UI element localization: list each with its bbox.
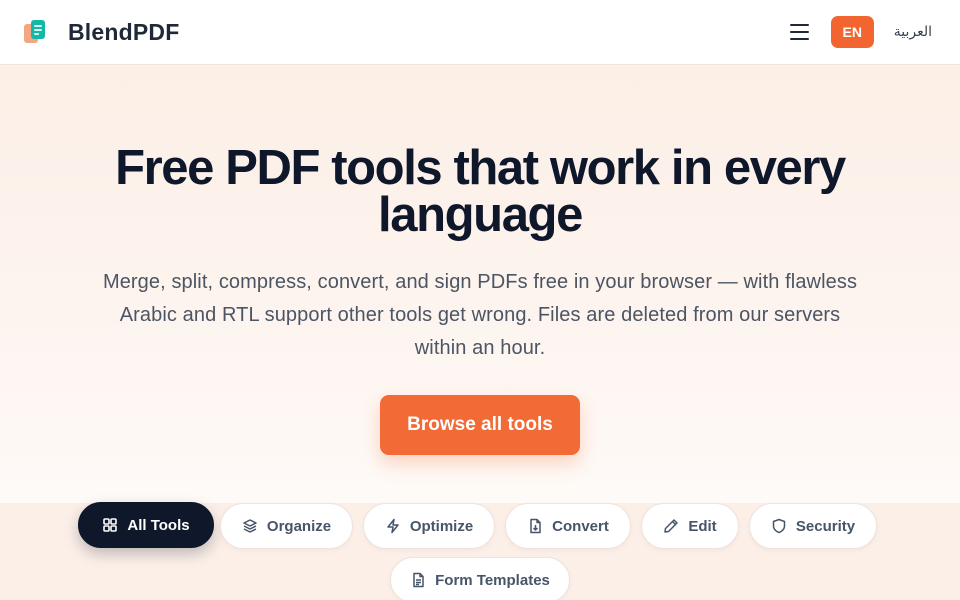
category-convert[interactable]: Convert (505, 503, 631, 549)
browse-all-tools-button[interactable]: Browse all tools (380, 395, 580, 455)
language-ar-link[interactable]: العربية (894, 24, 932, 40)
category-label: Form Templates (435, 571, 550, 589)
category-organize[interactable]: Organize (220, 503, 353, 549)
category-label: All Tools (127, 516, 190, 534)
logo-icon (22, 19, 48, 45)
category-filter-bar: All Tools Organize Optimize Convert Edit… (0, 502, 960, 600)
category-optimize[interactable]: Optimize (363, 503, 495, 549)
category-label: Security (795, 517, 856, 535)
category-all-tools[interactable]: All Tools (78, 502, 214, 548)
brand-logo[interactable]: BlendPDF (22, 19, 180, 46)
category-label: Organize (266, 517, 332, 535)
shield-icon (772, 518, 786, 534)
pencil-icon (664, 519, 679, 533)
category-edit[interactable]: Edit (641, 503, 739, 549)
language-en-button[interactable]: EN (830, 16, 874, 48)
category-security[interactable]: Security (749, 503, 877, 549)
site-header: BlendPDF EN العربية (0, 0, 960, 65)
file-convert-icon (530, 518, 541, 534)
hero-subtitle: Merge, split, compress, convert, and sig… (102, 271, 858, 359)
category-label: Convert (552, 517, 609, 535)
document-icon (413, 572, 424, 588)
grid-icon (103, 518, 118, 532)
hero-section: Free PDF tools that work in every langua… (0, 66, 960, 503)
category-label: Optimize (409, 517, 474, 535)
lightning-icon (387, 518, 399, 534)
hero-title: Free PDF tools that work in every langua… (115, 141, 846, 242)
hamburger-menu-icon[interactable] (789, 20, 814, 44)
category-label: Edit (688, 517, 717, 535)
brand-name: BlendPDF (68, 18, 180, 45)
category-form-templates[interactable]: Form Templates (390, 557, 570, 600)
layers-icon (243, 519, 257, 533)
